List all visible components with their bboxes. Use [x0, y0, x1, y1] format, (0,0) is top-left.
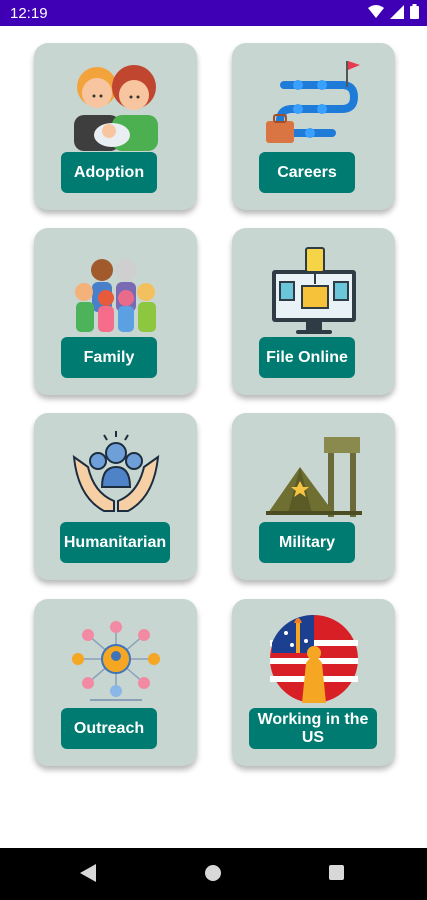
tiles-grid: Adoption Careers Family File Online Huma… — [0, 26, 427, 848]
tile-working-in-the-us[interactable]: Working in the US — [232, 599, 395, 766]
tile-file-online[interactable]: File Online — [232, 228, 395, 395]
signal-icon — [390, 4, 404, 19]
family-with-baby-icon — [74, 65, 158, 151]
status-icons — [368, 4, 419, 19]
battery-icon — [410, 4, 419, 19]
tile-label[interactable]: Military — [259, 522, 355, 563]
tile-humanitarian[interactable]: Humanitarian — [34, 413, 197, 580]
statue-of-liberty-flag-icon — [270, 614, 358, 703]
network-people-icon — [72, 621, 160, 701]
tile-label[interactable]: Adoption — [61, 152, 157, 193]
home-icon[interactable] — [205, 865, 221, 881]
hands-holding-people-icon — [72, 431, 160, 512]
tile-adoption[interactable]: Adoption — [34, 43, 197, 210]
recents-icon[interactable] — [329, 865, 344, 880]
tile-family[interactable]: Family — [34, 228, 197, 395]
tile-label[interactable]: Working in the US — [249, 708, 377, 749]
tile-label[interactable]: Careers — [259, 152, 355, 193]
tile-label[interactable]: File Online — [259, 337, 355, 378]
status-time: 12:19 — [10, 5, 48, 22]
tile-label[interactable]: Outreach — [61, 708, 157, 749]
tile-label[interactable]: Humanitarian — [60, 522, 170, 563]
family-group-icon — [75, 259, 156, 332]
computer-documents-icon — [272, 247, 356, 334]
system-nav-bar — [0, 848, 427, 900]
tile-military[interactable]: Military — [232, 413, 395, 580]
tile-label[interactable]: Family — [61, 337, 157, 378]
tile-outreach[interactable]: Outreach — [34, 599, 197, 766]
status-bar: 12:19 — [0, 0, 427, 26]
wifi-icon — [368, 4, 384, 18]
career-path-icon — [266, 61, 360, 143]
military-tent-icon — [266, 437, 362, 517]
back-icon[interactable] — [80, 864, 96, 882]
tile-careers[interactable]: Careers — [232, 43, 395, 210]
